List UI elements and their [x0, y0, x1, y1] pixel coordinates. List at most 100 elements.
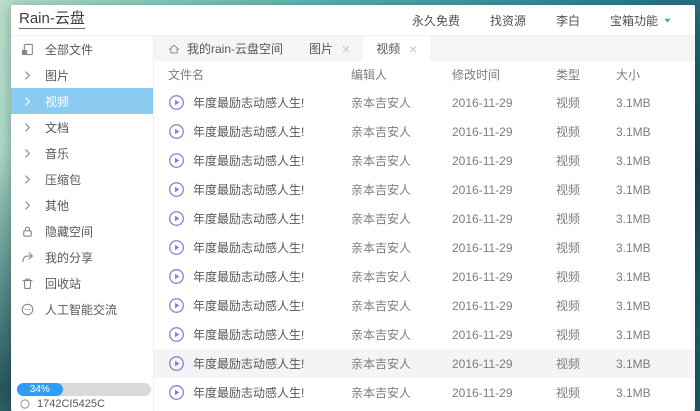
sidebar-item-label: 其他: [45, 197, 69, 214]
file-modified: 2016-11-29: [452, 96, 556, 110]
file-type: 视频: [556, 326, 616, 343]
caret-down-icon: [662, 15, 673, 26]
table-row[interactable]: 年度最励志动感人生!亲本吉安人2016-11-29视频3.1MB: [154, 175, 695, 204]
file-type: 视频: [556, 355, 616, 372]
table-header: 文件名编辑人修改时间类型大小: [154, 61, 695, 88]
file-modified: 2016-11-29: [452, 241, 556, 255]
header-link-user-libai[interactable]: 李白: [556, 12, 580, 29]
window-body: 全部文件图片视频文档音乐压缩包其他隐藏空间我的分享回收站人工智能交流 34% 1…: [11, 36, 695, 411]
table-row[interactable]: 年度最励志动感人生!亲本吉安人2016-11-29视频3.1MB: [154, 233, 695, 262]
play-icon: [168, 181, 185, 198]
file-name[interactable]: 年度最励志动感人生!: [193, 181, 304, 198]
sidebar-item-my-shares[interactable]: 我的分享: [11, 244, 153, 270]
sidebar: 全部文件图片视频文档音乐压缩包其他隐藏空间我的分享回收站人工智能交流 34% 1…: [11, 36, 154, 411]
storage-percent-label: 34%: [30, 385, 50, 395]
header-link-label: 李白: [556, 12, 580, 29]
table-row[interactable]: 年度最励志动感人生!亲本吉安人2016-11-29视频3.1MB: [154, 349, 695, 378]
column-header-0[interactable]: 文件名: [154, 66, 351, 83]
file-name[interactable]: 年度最励志动感人生!: [193, 210, 304, 227]
table-row[interactable]: 年度最励志动感人生!亲本吉安人2016-11-29视频3.1MB: [154, 117, 695, 146]
sidebar-item-label: 视频: [45, 93, 69, 110]
sidebar-item-label: 图片: [45, 67, 69, 84]
play-icon: [168, 152, 185, 169]
files-icon: [19, 42, 35, 57]
file-name[interactable]: 年度最励志动感人生!: [193, 123, 304, 140]
play-icon: [168, 355, 185, 372]
user-id[interactable]: 1742CI5425C: [19, 397, 105, 410]
sidebar-item-videos[interactable]: 视频: [11, 88, 153, 114]
file-editor: 亲本吉安人: [351, 297, 452, 314]
table-row[interactable]: 年度最励志动感人生!亲本吉安人2016-11-29视频3.1MB: [154, 378, 695, 407]
tab-home[interactable]: 我的rain-云盘空间: [154, 36, 296, 61]
tab-label: 图片: [309, 40, 333, 57]
file-name[interactable]: 年度最励志动感人生!: [193, 355, 304, 372]
file-name[interactable]: 年度最励志动感人生!: [193, 297, 304, 314]
sidebar-item-hidden-space[interactable]: 隐藏空间: [11, 218, 153, 244]
file-name[interactable]: 年度最励志动感人生!: [193, 239, 304, 256]
file-editor: 亲本吉安人: [351, 181, 452, 198]
file-name[interactable]: 年度最励志动感人生!: [193, 94, 304, 111]
sidebar-item-ai-chat[interactable]: 人工智能交流: [11, 296, 153, 322]
file-name[interactable]: 年度最励志动感人生!: [193, 152, 304, 169]
file-size: 3.1MB: [616, 125, 695, 139]
chevron-right-icon: [19, 146, 35, 161]
table-row[interactable]: 年度最励志动感人生!亲本吉安人2016-11-29视频3.1MB: [154, 262, 695, 291]
header-link-find-resources[interactable]: 找资源: [490, 12, 526, 29]
content-area: 我的rain-云盘空间图片×视频× 文件名编辑人修改时间类型大小 年度最励志动感…: [154, 36, 695, 411]
circle-icon: [19, 398, 31, 410]
file-modified: 2016-11-29: [452, 183, 556, 197]
table-row[interactable]: 年度最励志动感人生!亲本吉安人2016-11-29视频3.1MB: [154, 204, 695, 233]
table-row[interactable]: 年度最励志动感人生!亲本吉安人2016-11-29视频3.1MB: [154, 320, 695, 349]
sidebar-item-label: 隐藏空间: [45, 223, 93, 240]
play-icon: [168, 210, 185, 227]
play-icon: [168, 239, 185, 256]
file-modified: 2016-11-29: [452, 212, 556, 226]
column-header-2[interactable]: 修改时间: [452, 66, 556, 83]
file-editor: 亲本吉安人: [351, 123, 452, 140]
file-type: 视频: [556, 384, 616, 401]
sidebar-item-documents[interactable]: 文档: [11, 114, 153, 140]
header-link-forever-free[interactable]: 永久免费: [412, 12, 460, 29]
table-row[interactable]: 年度最励志动感人生!亲本吉安人2016-11-29视频3.1MB: [154, 291, 695, 320]
header-link-label: 永久免费: [412, 12, 460, 29]
play-icon: [168, 123, 185, 140]
sidebar-item-archives[interactable]: 压缩包: [11, 166, 153, 192]
sidebar-item-all-files[interactable]: 全部文件: [11, 36, 153, 62]
file-editor: 亲本吉安人: [351, 326, 452, 343]
sidebar-item-images[interactable]: 图片: [11, 62, 153, 88]
storage-progress-bar: 34%: [17, 383, 151, 396]
sidebar-item-recycle-bin[interactable]: 回收站: [11, 270, 153, 296]
file-type: 视频: [556, 94, 616, 111]
file-editor: 亲本吉安人: [351, 384, 452, 401]
header-link-label: 找资源: [490, 12, 526, 29]
file-name[interactable]: 年度最励志动感人生!: [193, 326, 304, 343]
tab-images[interactable]: 图片 ×: [296, 36, 363, 61]
tabbar: 我的rain-云盘空间图片×视频×: [154, 36, 695, 61]
sidebar-item-label: 音乐: [45, 145, 69, 162]
close-icon[interactable]: ×: [342, 42, 350, 56]
header-link-label: 宝箱功能: [610, 12, 658, 29]
file-type: 视频: [556, 297, 616, 314]
column-header-1[interactable]: 编辑人: [351, 66, 452, 83]
lock-icon: [19, 224, 35, 239]
play-icon: [168, 326, 185, 343]
chat-icon: [19, 302, 35, 317]
table-row[interactable]: 年度最励志动感人生!亲本吉安人2016-11-29视频3.1MB: [154, 88, 695, 117]
file-name[interactable]: 年度最励志动感人生!: [193, 268, 304, 285]
chevron-right-icon: [19, 198, 35, 213]
desktop-wallpaper: Rain-云盘 永久免费找资源李白宝箱功能 全部文件图片视频文档音乐压缩包其他隐…: [0, 0, 700, 411]
column-header-3[interactable]: 类型: [556, 66, 616, 83]
sidebar-nav: 全部文件图片视频文档音乐压缩包其他隐藏空间我的分享回收站人工智能交流: [11, 36, 153, 322]
column-header-4[interactable]: 大小: [616, 66, 695, 83]
sidebar-item-others[interactable]: 其他: [11, 192, 153, 218]
header-link-treasure-features[interactable]: 宝箱功能: [610, 12, 673, 29]
play-icon: [168, 297, 185, 314]
file-type: 视频: [556, 268, 616, 285]
file-size: 3.1MB: [616, 241, 695, 255]
file-name[interactable]: 年度最励志动感人生!: [193, 384, 304, 401]
close-icon[interactable]: ×: [409, 42, 417, 56]
file-modified: 2016-11-29: [452, 328, 556, 342]
table-row[interactable]: 年度最励志动感人生!亲本吉安人2016-11-29视频3.1MB: [154, 146, 695, 175]
tab-videos[interactable]: 视频×: [363, 36, 430, 61]
sidebar-item-music[interactable]: 音乐: [11, 140, 153, 166]
